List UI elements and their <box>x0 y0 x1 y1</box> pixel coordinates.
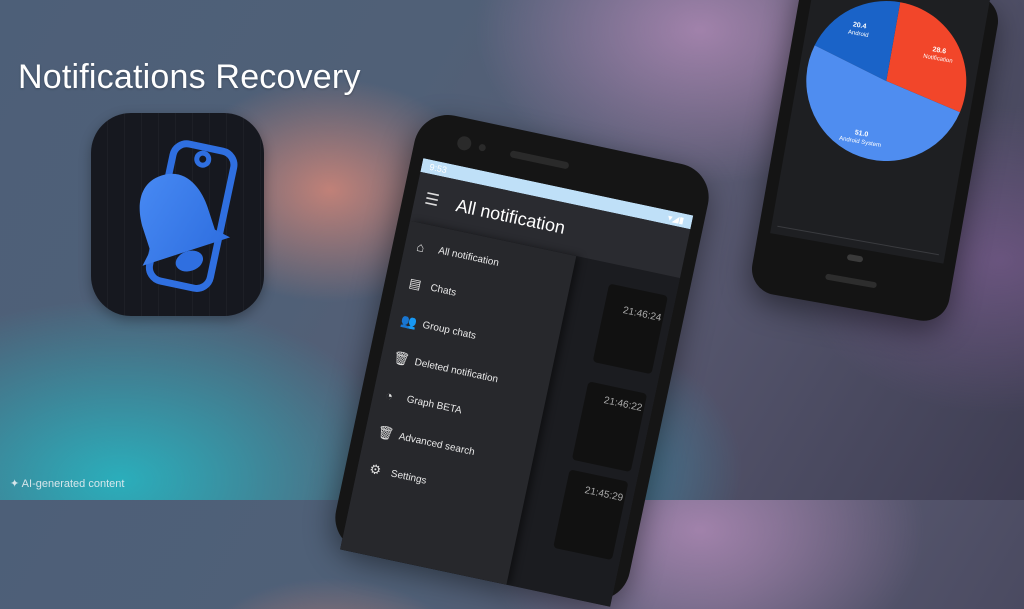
hamburger-menu-icon[interactable]: ☰ <box>423 189 447 213</box>
drawer-item-label: Settings <box>389 467 428 487</box>
app-icon <box>91 113 264 316</box>
bottom-speaker <box>824 273 878 289</box>
ai-badge-label: AI-generated content <box>21 478 125 490</box>
sparkle-icon: ✦ <box>10 478 22 490</box>
chart-divider <box>777 225 939 256</box>
list-item[interactable] <box>592 283 668 375</box>
drawer-item-label: Advanced search <box>397 430 476 458</box>
front-camera <box>455 135 473 152</box>
ai-generated-badge: ✦ AI-generated content <box>10 477 124 490</box>
pie-chart: 28.6Notification51.0Android System20.4An… <box>777 0 967 256</box>
status-time: 9:53 <box>428 161 448 176</box>
phone-mockup-main: 9:53 ▾◢▮ ☰ All notification 21:46:24 21:… <box>329 108 715 607</box>
promo-title: Notifications Recovery <box>18 58 361 96</box>
appbar-title: All notification <box>454 194 568 238</box>
bell-phone-icon <box>139 140 238 292</box>
chart-screen: 28.6 Notification 51.0 Android System 20.4 An… <box>770 0 991 264</box>
drawer-item-label: Graph BETA <box>405 393 463 416</box>
drawer-item-label: Deleted notification <box>413 356 500 385</box>
earpiece-speaker <box>509 150 570 170</box>
home-indicator <box>846 253 864 263</box>
list-item[interactable] <box>571 381 648 473</box>
phone-screen: 9:53 ▾◢▮ ☰ All notification 21:46:24 21:… <box>340 158 694 607</box>
drawer-item-label: Chats <box>429 282 458 299</box>
drawer-item-label: All notification <box>437 244 500 269</box>
list-item[interactable] <box>553 469 629 561</box>
drawer-item-label: Group chats <box>421 319 478 342</box>
sensor <box>478 143 487 152</box>
phone-mockup-chart: 28.6 Notification 51.0 Android System 20.4 An… <box>747 0 1003 325</box>
